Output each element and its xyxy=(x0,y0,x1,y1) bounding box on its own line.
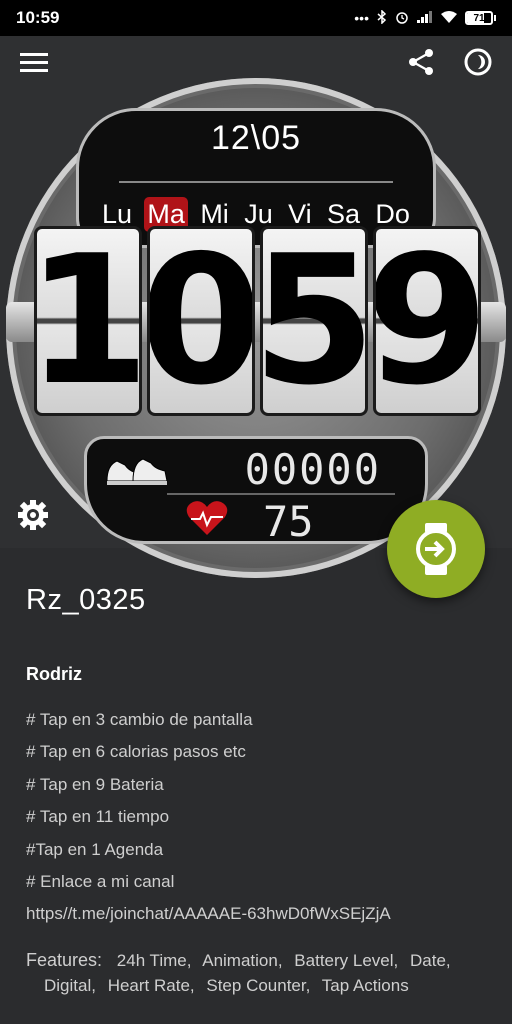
feature-tag: Battery Level, xyxy=(294,951,399,970)
status-icons: ••• 71 xyxy=(354,9,496,26)
app-screen: 10:59 ••• 71 12\05 Lu Ma Mi Ju Vi Sa Do … xyxy=(0,0,512,1024)
status-bar: 10:59 ••• 71 xyxy=(0,0,512,36)
theme-button[interactable] xyxy=(462,46,494,78)
hour-tens-digit: 1 xyxy=(34,226,142,416)
feature-tag: 24h Time, xyxy=(116,951,192,970)
features-label: Features: xyxy=(26,950,103,970)
settings-button[interactable] xyxy=(16,498,50,532)
feature-tag: Step Counter, xyxy=(206,976,311,995)
shoe-icon xyxy=(106,458,168,485)
bluetooth-icon xyxy=(377,9,387,26)
signal-icon xyxy=(417,11,433,25)
install-watchface-button[interactable] xyxy=(387,500,485,598)
feature-tag: Tap Actions xyxy=(321,976,409,995)
feature-tag: Digital, xyxy=(44,976,96,995)
description-line: # Tap en 9 Bateria xyxy=(26,774,164,794)
steps-value: 00000 xyxy=(244,445,381,494)
description-line: # Tap en 11 tiempo xyxy=(26,807,170,827)
share-button[interactable] xyxy=(405,46,437,78)
description-line: # Tap en 3 cambio de pantalla xyxy=(26,710,253,729)
gear-icon xyxy=(18,500,48,530)
menu-icon xyxy=(20,53,48,72)
info-panel: 00000 75 xyxy=(84,436,428,546)
description-line: # Enlace a mi canal xyxy=(26,871,175,891)
description: # Tap en 3 cambio de pantalla # Tap en 6… xyxy=(26,708,391,935)
minute-tens-digit: 5 xyxy=(260,226,368,416)
minute-ones-digit: 9 xyxy=(373,226,481,416)
status-time: 10:59 xyxy=(16,8,60,27)
channel-link[interactable]: https//t.me/joinchat/AAAAAE-63hwD0fWxSEj… xyxy=(26,902,391,934)
menu-button[interactable] xyxy=(18,46,50,78)
description-line: # Tap en 6 calorias pasos etc xyxy=(26,742,246,762)
watch-date: 12\05 xyxy=(210,119,302,157)
dots-icon: ••• xyxy=(354,10,369,26)
feature-tag: Animation, xyxy=(202,951,283,970)
feature-tag: Heart Rate, xyxy=(107,976,195,995)
watch-install-icon xyxy=(416,523,456,575)
alarm-icon xyxy=(395,10,409,26)
heart-rate-value: 75 xyxy=(263,497,314,546)
heart-icon xyxy=(186,501,228,535)
author-name[interactable]: Rodriz xyxy=(26,664,82,685)
watchface-title: Rz_0325 xyxy=(26,584,146,616)
battery-icon: 71 xyxy=(465,11,496,25)
theme-icon xyxy=(464,48,492,76)
hour-ones-digit: 0 xyxy=(147,226,255,416)
share-icon xyxy=(409,49,433,75)
battery-label: 71 xyxy=(473,12,485,24)
features-list: Features: 24h Time, Animation, Battery L… xyxy=(26,948,496,998)
time-digits: 1 0 5 9 xyxy=(6,226,506,426)
feature-tag: Date, xyxy=(409,951,451,970)
description-line: #Tap en 1 Agenda xyxy=(26,839,164,859)
watch-preview: 12\05 LuMaMiJuViSaDo 1 0 5 9 00000 xyxy=(0,36,512,578)
wifi-icon xyxy=(441,11,457,25)
